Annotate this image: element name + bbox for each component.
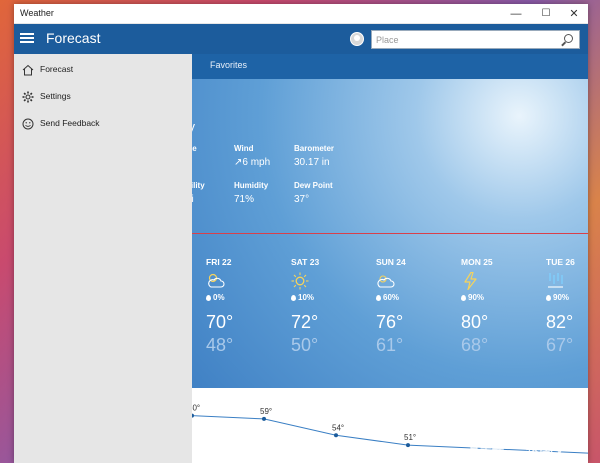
precip-chance: 90% [461,293,531,302]
rain-icon [546,272,588,290]
home-icon [22,63,34,76]
sunny-icon [291,272,361,290]
avatar[interactable] [350,32,364,46]
hourly-point [334,433,338,438]
search-icon[interactable] [564,34,573,43]
drawer-item-settings[interactable]: Settings [14,83,192,108]
drawer-item-forecast[interactable]: Forecast [14,56,192,81]
forecast-day[interactable]: MON 25 90% 80° 68° [461,257,531,356]
hourly-point [406,443,410,448]
watermark-url: jiaocheng.chazidian.com [468,452,540,458]
barometer-label: Barometer [294,144,335,153]
drawer-label: Settings [40,91,71,101]
day-name: SAT 23 [291,257,320,267]
close-button[interactable]: ✕ [560,4,588,24]
weather-window: Weather — ☐ ✕ Forecast r Favorites nny s… [14,4,588,463]
hourly-point-label: 51° [404,433,416,442]
low-temp: 48° [206,335,234,355]
minimize-button[interactable]: — [502,4,530,24]
hourly-point-label: 54° [332,423,344,432]
search-box[interactable] [371,30,580,49]
app-bar: Forecast [14,24,588,54]
hourly-point [262,416,266,421]
drawer-label: Forecast [40,64,74,74]
forecast-day[interactable]: TUE 26 90% 82° 67° [546,257,588,356]
title-bar: Weather — ☐ ✕ [14,4,588,24]
forecast-day[interactable]: SUN 24 60% 76° 61° [376,257,446,356]
precip-chance: 90% [546,293,588,302]
hourly-point-label: 59° [260,407,272,416]
precip-chance: 0% [206,293,276,302]
search-input[interactable] [376,32,556,47]
tab-favorites[interactable]: Favorites [210,60,247,70]
day-name: SUN 24 [376,257,406,267]
humidity-value: 71% [234,194,255,205]
hamburger-menu-icon[interactable] [20,31,34,45]
low-temp: 68° [461,335,489,355]
high-temp: 82° [546,312,574,332]
cloudy-icon [376,272,446,290]
partly-cloudy-icon [206,272,276,290]
gear-icon [22,90,34,103]
wind-value: ↗6 mph [234,157,271,168]
day-name: MON 25 [461,257,493,267]
day-name: FRI 22 [206,257,232,267]
low-temp: 67° [546,335,574,355]
window-title: Weather [20,8,54,18]
wind-label: Wind [234,144,254,153]
drawer-label: Send Feedback [40,118,100,128]
thunderstorm-icon [461,271,531,291]
dew-point-label: Dew Point [294,181,333,190]
high-temp: 72° [291,312,319,332]
precip-chance: 60% [376,293,446,302]
barometer-value: 30.17 in [294,157,330,168]
low-temp: 50° [291,335,319,355]
precip-chance: 10% [291,293,361,302]
drawer-item-send-feedback[interactable]: Send Feedback [14,110,192,135]
high-temp: 70° [206,312,234,332]
day-name: TUE 26 [546,257,575,267]
forecast-day[interactable]: SAT 23 10% 72° 50° [291,257,361,356]
page-title: Forecast [46,30,101,46]
maximize-button[interactable]: ☐ [532,4,560,24]
forecast-day[interactable]: FRI 22 0% 70° 48° [206,257,276,356]
watermark-site: jb51.net [537,424,583,438]
humidity-label: Humidity [234,181,269,190]
high-temp: 80° [461,312,489,332]
smiley-icon [22,117,34,130]
dew-point-value: 37° [294,194,310,205]
low-temp: 61° [376,335,404,355]
nav-drawer: Forecast Settings Send Feedback [14,54,192,463]
high-temp: 76° [376,312,404,332]
